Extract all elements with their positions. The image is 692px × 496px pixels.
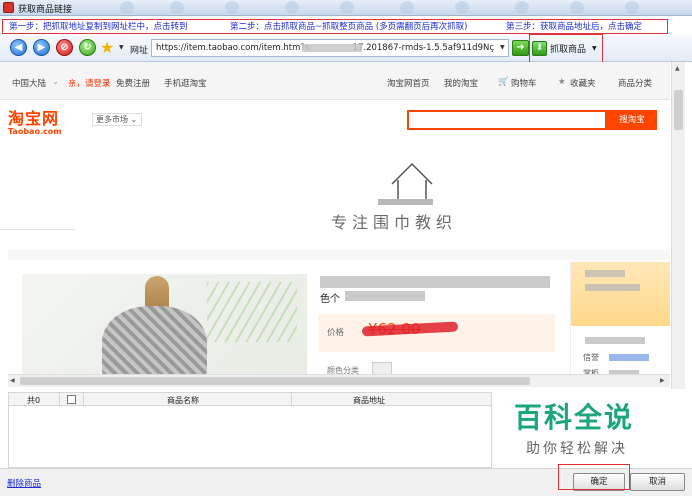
decoration-icon xyxy=(400,1,414,14)
price-label: 价格 xyxy=(327,328,345,338)
product-image[interactable] xyxy=(22,274,307,379)
address-dropdown-icon[interactable]: ▼ xyxy=(500,44,505,51)
decoration-icon xyxy=(225,1,239,14)
region-selector[interactable]: 中国大陆 xyxy=(12,77,46,89)
login-link[interactable]: 亲，请登录 xyxy=(68,77,111,89)
my-taobao-link[interactable]: 我的淘宝 xyxy=(444,77,478,89)
column-header-url[interactable]: 商品地址 xyxy=(353,395,385,406)
arrow-left-icon: ◀ xyxy=(14,42,23,53)
taobao-home-link[interactable]: 淘宝网首页 xyxy=(387,77,430,89)
step-3-text: 第三步：获取商品地址后，点击确定 xyxy=(506,22,643,32)
watermark-subtitle: 助你轻松解决 xyxy=(526,441,628,457)
decoration-icon xyxy=(120,1,134,14)
product-list-body[interactable] xyxy=(8,406,492,468)
download-icon: ⬇ xyxy=(532,40,547,56)
vertical-scroll-thumb[interactable] xyxy=(674,90,683,130)
shop-name-redaction xyxy=(585,284,640,291)
address-label: 网址 xyxy=(130,46,149,56)
mobile-taobao-link[interactable]: 手机逛淘宝 xyxy=(164,77,207,89)
scroll-left-icon[interactable]: ◀ xyxy=(10,377,15,384)
column-header-name[interactable]: 商品名称 xyxy=(167,395,199,406)
cart-icon: 🛒 xyxy=(498,77,509,87)
grab-products-button[interactable]: ⬇ 抓取商品 ▼ xyxy=(532,39,602,57)
logo-en-text: Taobao.com xyxy=(8,127,62,136)
categories-link[interactable]: 商品分类 xyxy=(618,77,652,89)
title-bar: 获取商品链接 xyxy=(0,0,692,16)
watermark-logo: 百科全说 助你轻松解决 xyxy=(492,388,667,468)
taobao-search-button[interactable]: 搜淘宝 xyxy=(607,110,657,130)
section-divider xyxy=(8,250,670,260)
select-all-checkbox[interactable] xyxy=(67,395,76,404)
taobao-logo[interactable]: 淘宝网 Taobao.com xyxy=(8,105,78,136)
scroll-up-icon[interactable]: ▲ xyxy=(675,65,680,72)
chevron-down-icon: ⌄ xyxy=(52,77,60,87)
ok-button[interactable]: 确定 xyxy=(573,473,625,491)
product-list-header: 共0 商品名称 商品地址 xyxy=(8,392,492,406)
plant-decoration xyxy=(207,282,297,342)
decoration-icon xyxy=(515,1,529,14)
watermark-title: 百科全说 xyxy=(514,401,635,434)
browser-viewport: 中国大陆 ⌄ 亲，请登录 免费注册 手机逛淘宝 淘宝网首页 我的淘宝 🛒 购物车… xyxy=(0,62,692,389)
cart-link[interactable]: 购物车 xyxy=(511,77,537,89)
register-link[interactable]: 免费注册 xyxy=(116,77,150,89)
product-title: 色个 xyxy=(320,294,340,305)
shop-meta-redaction xyxy=(585,337,645,344)
app-icon xyxy=(3,2,14,13)
column-separator xyxy=(291,393,292,405)
horizontal-scrollbar[interactable]: ◀ ▶ xyxy=(8,374,670,387)
product-title-redaction xyxy=(345,291,425,301)
go-button[interactable]: ➜ xyxy=(512,40,529,56)
shop-rating-redaction xyxy=(609,354,649,361)
refresh-icon: ↻ xyxy=(83,42,92,53)
scroll-right-icon[interactable]: ▶ xyxy=(660,377,665,384)
more-market-dropdown[interactable]: 更多市场 ⌄ xyxy=(92,113,142,126)
decoration-icon xyxy=(340,1,354,14)
step-2-text: 第二步：点击抓取商品~抓取整页商品 (多页需翻页后再次抓取) xyxy=(230,22,468,32)
product-count: 共0 xyxy=(27,396,41,405)
shop-subtitle-redaction xyxy=(378,199,433,205)
grab-products-label: 抓取商品 xyxy=(550,44,587,55)
decoration-icon xyxy=(455,1,469,14)
column-separator xyxy=(83,393,84,405)
back-button[interactable]: ◀ xyxy=(10,39,27,56)
product-title-redaction xyxy=(320,276,550,288)
shop-name-redaction xyxy=(585,270,625,277)
shop-rating-label: 信誉 xyxy=(583,353,599,362)
cancel-button[interactable]: 取消 xyxy=(630,473,685,491)
arrow-right-icon: ▶ xyxy=(37,42,46,53)
bottom-bar: 删除商品 确定 取消 xyxy=(0,468,692,496)
decoration-icon xyxy=(625,1,639,14)
delete-products-link[interactable]: 删除商品 xyxy=(7,477,41,489)
more-market-label: 更多市场 xyxy=(96,115,128,124)
decoration-icon xyxy=(285,1,299,14)
address-redaction xyxy=(302,44,362,52)
stop-icon: ⊘ xyxy=(60,42,69,53)
decoration-icon xyxy=(570,1,584,14)
chevron-down-icon[interactable]: ▼ xyxy=(119,44,124,51)
column-separator xyxy=(59,393,60,405)
scarf xyxy=(102,306,207,379)
logo-cn-text: 淘宝网 xyxy=(8,109,60,128)
star-icon: ★ xyxy=(558,77,566,87)
taobao-top-nav: 中国大陆 ⌄ 亲，请登录 免费注册 手机逛淘宝 淘宝网首页 我的淘宝 🛒 购物车… xyxy=(0,62,670,100)
vertical-scrollbar[interactable]: ▲ xyxy=(671,62,685,389)
divider xyxy=(0,229,75,230)
horizontal-scroll-thumb[interactable] xyxy=(20,377,530,385)
browser-toolbar: ◀ ▶ ⊘ ↻ ★ ▼ 网址 ▼ ➜ ⬇ 抓取商品 ▼ xyxy=(0,35,692,62)
go-arrow-icon: ➜ xyxy=(516,42,525,53)
window-title: 获取商品链接 xyxy=(18,5,73,15)
favorites-link[interactable]: 收藏夹 xyxy=(570,77,596,89)
step-1-text: 第一步：把抓取地址复制到网址栏中，点击转到 xyxy=(9,22,188,32)
instruction-steps: 第一步：把抓取地址复制到网址栏中，点击转到 第二步：点击抓取商品~抓取整页商品 … xyxy=(0,17,692,35)
refresh-button[interactable]: ↻ xyxy=(79,39,96,56)
shop-slogan: 专注围巾教织 xyxy=(331,213,458,232)
price-panel xyxy=(318,314,555,352)
forward-button[interactable]: ▶ xyxy=(33,39,50,56)
shop-info-panel: 信誉 掌柜 xyxy=(570,262,670,379)
decoration-icon xyxy=(170,1,184,14)
favorite-star-icon[interactable]: ★ xyxy=(100,38,114,57)
stop-button[interactable]: ⊘ xyxy=(56,39,73,56)
chevron-down-icon: ▼ xyxy=(592,44,597,52)
taobao-search-input[interactable] xyxy=(407,110,607,130)
